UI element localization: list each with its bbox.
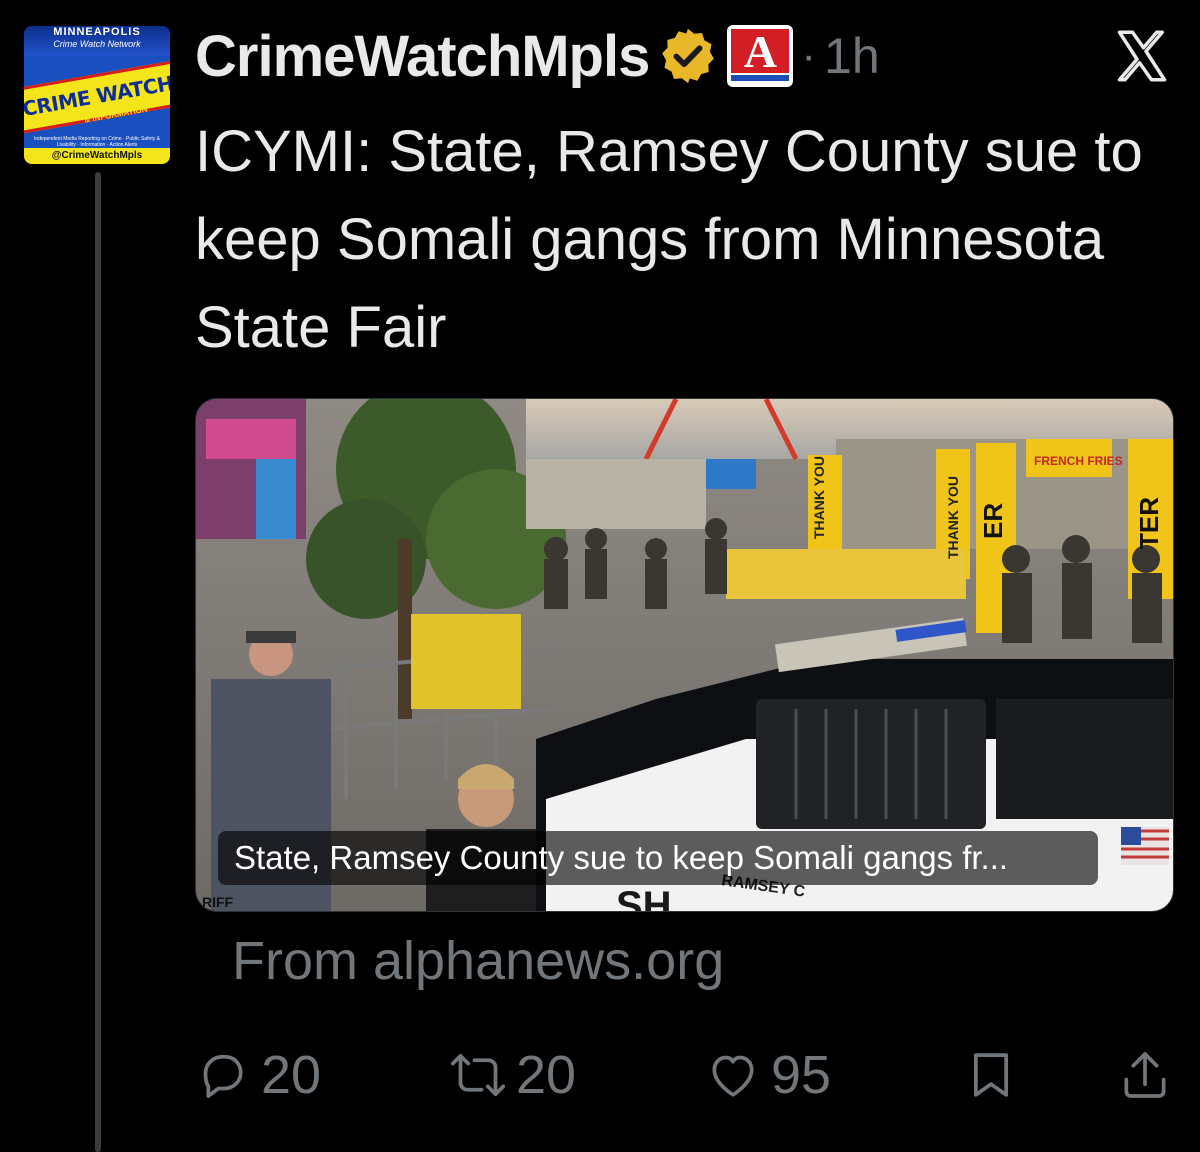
affiliate-badge-stripe <box>731 75 790 81</box>
avatar-top-band: MINNEAPOLIS Crime Watch Network <box>24 26 170 56</box>
reply-icon <box>203 1054 243 1098</box>
enter-sign-2: TER <box>1134 497 1164 549</box>
sheriff-door-text: SH <box>616 884 672 911</box>
tweet-text: ICYMI: State, Ramsey County sue to keep … <box>195 119 1143 360</box>
thread-line <box>95 172 101 1152</box>
affiliate-badge-icon[interactable]: A <box>727 25 794 87</box>
card-caption: State, Ramsey County sue to keep Somali … <box>218 831 1098 885</box>
avatar[interactable]: MINNEAPOLIS Crime Watch Network CRIME WA… <box>24 26 170 164</box>
share-button[interactable] <box>1117 1040 1173 1110</box>
card-source[interactable]: From alphanews.org <box>232 930 724 992</box>
avatar-handle: @CrimeWatchMpls <box>24 148 170 164</box>
display-name[interactable]: CrimeWatchMpls <box>195 23 650 90</box>
sheriff-truck-text: RIFF <box>202 894 234 910</box>
repost-icon <box>450 1054 506 1096</box>
thank-you-sign-2: THANK YOU <box>945 476 961 559</box>
share-icon <box>1124 1052 1166 1098</box>
bookmark-icon <box>973 1053 1009 1097</box>
like-button[interactable]: 95 <box>705 1040 831 1110</box>
thank-you-sign-1: THANK YOU <box>811 456 827 539</box>
separator-dot: · <box>801 31 817 80</box>
affiliate-badge-letter: A <box>731 29 790 75</box>
bookmark-button[interactable] <box>963 1040 1019 1110</box>
avatar-city: MINNEAPOLIS <box>53 26 141 38</box>
reply-button[interactable]: 20 <box>195 1040 321 1110</box>
action-bar: 20 20 95 <box>195 1040 1175 1110</box>
repost-count: 20 <box>516 1045 577 1105</box>
reply-count: 20 <box>261 1045 322 1105</box>
repost-button[interactable]: 20 <box>450 1040 576 1110</box>
x-logo-icon[interactable] <box>1112 26 1172 86</box>
like-icon <box>712 1055 754 1097</box>
timestamp[interactable]: 1h <box>824 27 880 85</box>
enter-sign-1: ER <box>978 503 1008 539</box>
avatar-banner: CRIME WATCH <box>24 60 170 134</box>
tweet-header: CrimeWatchMpls A · 1h <box>195 20 880 92</box>
fries-sign: FRENCH FRIES <box>1034 454 1123 468</box>
avatar-network: Crime Watch Network <box>53 39 141 49</box>
link-card[interactable]: THANK YOU THANK YOU FRENCH FRIES ER TER … <box>195 398 1174 912</box>
verified-gold-badge-icon[interactable] <box>657 25 719 87</box>
like-count: 95 <box>771 1045 832 1105</box>
avatar-small-text: Independent Media Reporting on Crime · P… <box>34 136 160 148</box>
